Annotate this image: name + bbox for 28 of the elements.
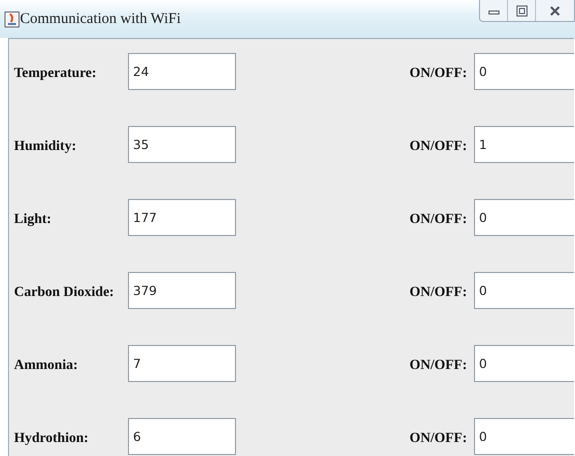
field-label: Humidity: [13, 138, 78, 156]
field-label: ON/OFF: [409, 284, 467, 302]
on-off-field[interactable]: 0 [474, 199, 574, 236]
field-label: Light: [13, 211, 52, 229]
value-field[interactable]: 7 [128, 345, 236, 382]
on-off-field[interactable]: 1 [474, 126, 574, 163]
value-field[interactable]: 379 [128, 272, 236, 309]
field-label: Hydrothion: [13, 430, 90, 448]
field-label: ON/OFF: [409, 138, 467, 156]
window-title: Communication with WiFi [20, 10, 181, 29]
app-icon [4, 10, 20, 28]
field-label: ON/OFF: [409, 65, 467, 83]
field-label: ON/OFF: [409, 211, 467, 229]
maximize-icon [516, 4, 528, 16]
field-label: Temperature: [13, 65, 98, 83]
field-label: ON/OFF: [409, 430, 467, 448]
field-label: Carbon Dioxide: [13, 284, 115, 302]
on-off-field[interactable]: 0 [474, 345, 574, 382]
value-field[interactable]: 6 [128, 418, 236, 455]
field-label: Ammonia: [13, 357, 79, 375]
value-field[interactable]: 24 [128, 53, 236, 90]
close-icon [549, 4, 561, 16]
on-off-field[interactable]: 0 [474, 272, 574, 309]
value-field[interactable]: 177 [128, 199, 236, 236]
on-off-field[interactable]: 0 [474, 53, 574, 90]
value-field[interactable]: 35 [128, 126, 236, 163]
field-label: ON/OFF: [409, 357, 467, 375]
on-off-field[interactable]: 0 [474, 418, 574, 455]
